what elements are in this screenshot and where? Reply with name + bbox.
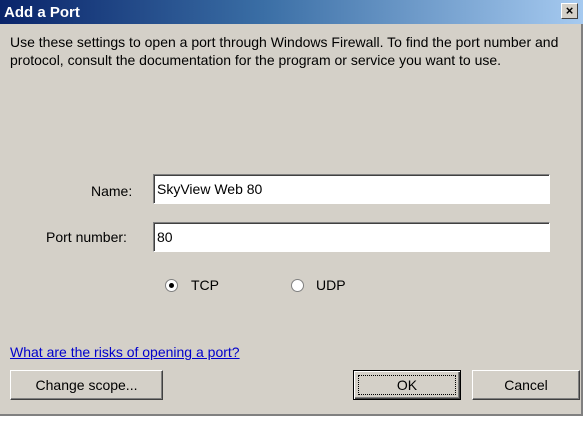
port-risks-link[interactable]: What are the risks of opening a port? xyxy=(10,344,240,360)
ok-button[interactable]: OK xyxy=(353,370,461,400)
name-label: Name: xyxy=(91,183,133,199)
name-field[interactable]: SkyView Web 80 xyxy=(153,174,550,204)
window-title: Add a Port xyxy=(4,4,80,21)
add-port-dialog: Add a Port × Use these settings to open … xyxy=(0,0,583,416)
change-scope-button-label: Change scope... xyxy=(35,377,138,393)
close-icon: × xyxy=(565,3,574,18)
tcp-radio-label[interactable]: TCP xyxy=(191,277,219,293)
udp-radio[interactable] xyxy=(291,279,304,292)
udp-radio-label[interactable]: UDP xyxy=(316,277,346,293)
port-number-field[interactable]: 80 xyxy=(153,222,550,252)
description-text: Use these settings to open a port throug… xyxy=(10,34,559,68)
close-button[interactable]: × xyxy=(561,3,578,19)
title-bar: Add a Port × xyxy=(0,0,583,24)
cancel-button-label: Cancel xyxy=(504,377,548,393)
port-number-label: Port number: xyxy=(46,229,127,245)
ok-button-label: OK xyxy=(396,377,418,393)
cancel-button[interactable]: Cancel xyxy=(472,370,580,400)
tcp-radio[interactable] xyxy=(165,279,178,292)
radio-selected-dot xyxy=(169,283,174,288)
change-scope-button[interactable]: Change scope... xyxy=(10,370,163,400)
